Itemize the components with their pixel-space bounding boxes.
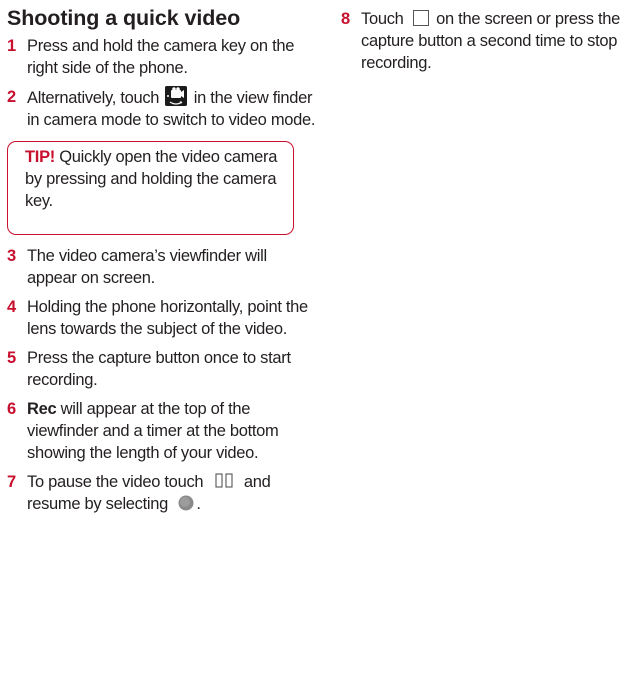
step-text-before: Touch <box>361 10 404 28</box>
step-text-before: To pause the video touch <box>27 473 204 491</box>
step-number: 2 <box>7 88 16 106</box>
step-number: 7 <box>7 473 16 491</box>
step-text: Press the capture button once to start r… <box>27 349 291 389</box>
left-column: Shooting a quick video 1 Press and hold … <box>7 0 317 515</box>
step-6: 6 Rec will appear at the top of the view… <box>7 398 317 464</box>
step-number: 1 <box>7 37 16 55</box>
step-7: 7 To pause the video touch and resume by… <box>7 471 317 515</box>
step-number: 5 <box>7 349 16 367</box>
step-number: 6 <box>7 400 16 418</box>
step-text-before: Alternatively, touch <box>27 89 160 107</box>
step-1: 1 Press and hold the camera key on the r… <box>7 35 317 79</box>
step-text-end: . <box>196 495 201 513</box>
record-circle-icon <box>178 495 194 511</box>
tip-box: TIP! Quickly open the video camera by pr… <box>7 141 294 235</box>
rec-label: Rec <box>27 400 57 418</box>
step-text: Press and hold the camera key on the rig… <box>27 37 295 77</box>
step-text: will appear at the top of the viewfinder… <box>27 400 279 462</box>
step-number: 4 <box>7 298 16 316</box>
tip-text: Quickly open the video camera by pressin… <box>25 148 278 210</box>
right-column: 8 Touch on the screen or press the captu… <box>341 0 635 74</box>
step-number: 3 <box>7 247 16 265</box>
step-3: 3 The video camera’s viewfinder will app… <box>7 245 317 289</box>
step-text: The video camera’s viewfinder will appea… <box>27 247 267 287</box>
step-8: 8 Touch on the screen or press the captu… <box>341 8 635 74</box>
video-mode-icon <box>165 86 188 106</box>
step-2: 2 Alternatively, touch in the view finde… <box>7 86 317 131</box>
tip-label: TIP! <box>25 148 55 166</box>
step-text: Holding the phone horizontally, point th… <box>27 298 308 338</box>
step-4: 4 Holding the phone horizontally, point … <box>7 296 317 340</box>
section-title: Shooting a quick video <box>7 6 241 30</box>
step-number: 8 <box>341 10 350 28</box>
step-5: 5 Press the capture button once to start… <box>7 347 317 391</box>
pause-icon <box>214 472 236 488</box>
stop-square-icon <box>412 10 429 26</box>
